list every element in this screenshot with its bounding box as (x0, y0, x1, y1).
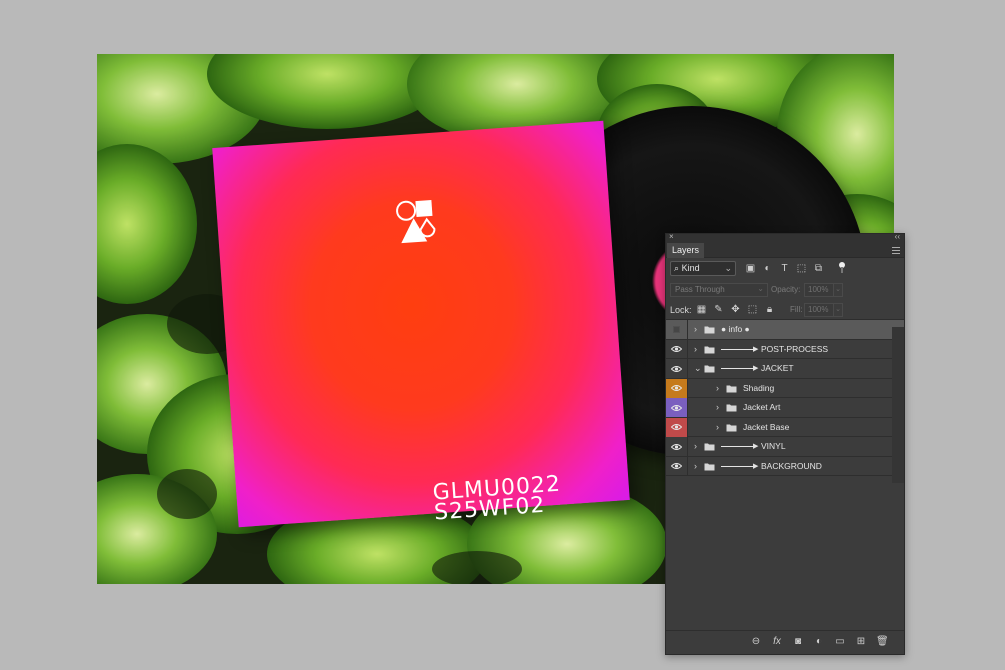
lock-row: Lock: ▦ ✎ ✥ ⬚ 🔒︎ Fill: 100% ⌄ (666, 300, 904, 320)
album-jacket: GLMU0022 S25WF02 (212, 120, 630, 528)
new-group-icon[interactable]: ▭ (834, 636, 846, 648)
tab-layers[interactable]: Layers (667, 243, 705, 258)
layer-row[interactable]: › Jacket Art (666, 398, 904, 418)
visibility-eye-icon[interactable] (666, 339, 688, 359)
lock-transparent-icon[interactable]: ▦ (695, 304, 708, 316)
layer-row[interactable]: › ▶ POST-PROCESS (666, 339, 904, 359)
layers-scrollbar[interactable] (892, 327, 904, 483)
adjustment-filter-icon[interactable]: ◐ (761, 263, 774, 275)
new-adjustment-icon[interactable]: ◐ (813, 636, 825, 648)
filter-kind-select[interactable]: ⌕ Kind ⌄ (670, 261, 736, 276)
layer-row[interactable]: › ● info ● (666, 320, 904, 340)
blend-mode-value: Pass Through (675, 285, 725, 294)
jacket-logo-icon (396, 199, 436, 244)
visibility-eye-icon[interactable] (666, 437, 688, 456)
chevron-right-icon[interactable]: › (716, 383, 724, 393)
panel-title-bar[interactable]: × ‹‹ (666, 232, 904, 243)
layer-row[interactable]: › Shading (666, 378, 904, 398)
arrow-line (721, 446, 755, 447)
arrow-head-icon: ▶ (753, 345, 759, 353)
image-filter-icon[interactable]: ▣ (744, 263, 757, 275)
lock-label: Lock: (670, 305, 692, 315)
arrow-head-icon: ▶ (753, 365, 759, 372)
visibility-eye-icon[interactable] (666, 378, 688, 398)
chevron-right-icon[interactable]: › (694, 441, 702, 451)
lock-image-icon[interactable]: ✎ (712, 304, 725, 316)
layer-name: ● info ● (721, 324, 750, 334)
chevron-right-icon[interactable]: › (716, 422, 724, 432)
folder-icon (726, 384, 737, 393)
chevron-right-icon[interactable]: › (716, 402, 724, 412)
arrow-head-icon: ▶ (753, 462, 759, 470)
visibility-eye-icon[interactable] (666, 398, 688, 417)
folder-icon (726, 423, 737, 432)
shape-filter-icon[interactable]: ⬚ (795, 263, 808, 275)
filter-kind-label: Kind (681, 263, 700, 273)
collapse-panel-icon[interactable]: ‹‹ (895, 232, 900, 241)
visibility-eye-icon[interactable] (666, 456, 688, 476)
arrow-line (721, 368, 755, 369)
layer-row[interactable]: › Jacket Base (666, 417, 904, 437)
search-icon: ⌕ (674, 263, 680, 273)
folder-icon (704, 325, 715, 334)
layer-row[interactable]: ⌄ ▶ JACKET (666, 359, 904, 379)
arrow-head-icon: ▶ (753, 443, 759, 450)
lock-artboard-icon[interactable]: ⬚ (746, 304, 759, 316)
blend-row: Pass Through ⌄ Opacity: 100% ⌄ (666, 280, 904, 300)
chevron-down-icon: ⌄ (757, 284, 764, 293)
panel-tab-row: Layers (666, 243, 904, 258)
link-layers-icon[interactable]: ⊖ (750, 636, 762, 648)
layer-name: VINYL (761, 441, 786, 451)
folder-icon (704, 462, 715, 471)
chevron-down-icon: ⌄ (724, 263, 732, 273)
fx-icon[interactable]: fx (771, 636, 783, 648)
layer-row[interactable]: › ▶ BACKGROUND (666, 456, 904, 476)
opacity-input[interactable]: 100% (804, 283, 834, 297)
folder-icon (704, 442, 715, 451)
lock-all-icon[interactable]: 🔒︎ (763, 304, 776, 316)
folder-icon (704, 345, 715, 354)
layer-name: Shading (743, 382, 775, 393)
chevron-right-icon[interactable]: › (694, 344, 702, 354)
catalog-number: GLMU0022 S25WF02 (432, 472, 563, 526)
smart-object-filter-icon[interactable]: ⧉ (812, 263, 825, 275)
panel-bottom-bar: ⊖ fx ◙ ◐ ▭ ⊞ 🗑︎ (666, 630, 904, 654)
filter-toggle-stem (841, 267, 843, 273)
layers-list: › ● info ● › ▶ POST-PROCESS ⌄ ▶ JACKET › Shading ›… (666, 320, 904, 476)
layer-name: BACKGROUND (761, 460, 822, 471)
visibility-hidden-icon[interactable] (666, 320, 688, 339)
delete-layer-icon[interactable]: 🗑︎ (876, 636, 889, 648)
chevron-right-icon[interactable]: › (694, 461, 702, 471)
new-layer-icon[interactable]: ⊞ (855, 636, 867, 648)
fill-chevron-icon[interactable]: ⌄ (833, 303, 843, 317)
layer-name: JACKET (761, 363, 794, 373)
chevron-down-icon[interactable]: ⌄ (694, 363, 702, 374)
filter-row: ⌕ Kind ⌄ ▣ ◐ T ⬚ ⧉ (666, 258, 904, 280)
panel-menu-icon[interactable] (892, 247, 900, 254)
fill-input[interactable]: 100% (804, 303, 834, 317)
layer-name: Jacket Base (743, 421, 790, 432)
opacity-chevron-icon[interactable]: ⌄ (833, 283, 843, 297)
layers-panel[interactable]: × ‹‹ Layers ⌕ Kind ⌄ ▣ ◐ T ⬚ ⧉ Pass Thro… (665, 232, 905, 655)
add-mask-icon[interactable]: ◙ (792, 636, 804, 648)
chevron-right-icon[interactable]: › (694, 324, 702, 334)
visibility-eye-icon[interactable] (666, 359, 688, 378)
fill-label: Fill: (790, 305, 803, 314)
lock-position-icon[interactable]: ✥ (729, 304, 742, 316)
arrow-line (721, 348, 755, 350)
folder-icon (704, 364, 715, 373)
visibility-eye-icon[interactable] (666, 417, 688, 437)
close-panel-icon[interactable]: × (669, 232, 674, 241)
blend-mode-select[interactable]: Pass Through ⌄ (670, 283, 768, 297)
layer-row[interactable]: › ▶ VINYL (666, 437, 904, 457)
layer-name: POST-PROCESS (761, 343, 829, 354)
type-filter-icon[interactable]: T (778, 263, 791, 275)
arrow-line (721, 465, 755, 467)
layer-name: Jacket Art (743, 402, 781, 412)
folder-icon (726, 403, 737, 412)
opacity-label: Opacity: (771, 285, 801, 294)
